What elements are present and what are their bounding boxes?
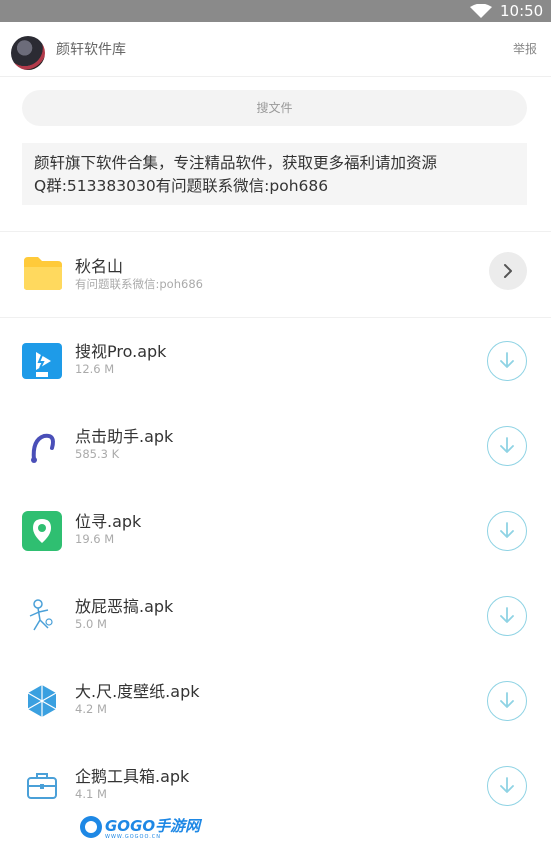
wallpaper-app-icon [22,681,62,721]
folder-row[interactable]: 秋名山 有问题联系微信:poh686 [0,236,551,308]
gogo-logo-icon [80,816,102,838]
download-button[interactable] [487,426,527,466]
file-size: 4.1 M [75,787,107,801]
download-icon [500,437,514,453]
prank-app-icon [22,596,62,636]
avatar[interactable] [11,36,45,70]
file-size: 585.3 K [75,447,120,461]
divider [0,231,551,232]
file-row[interactable]: 大.尺.度壁纸.apk 4.2 M [0,662,551,746]
notice-line-2: Q群:513383030有问题联系微信:poh686 [34,177,329,195]
report-link[interactable]: 举报 [513,40,537,57]
watermark-logo: GOGO手游网 WWW.GOGOO.CN [80,813,200,843]
file-name: 企鹅工具箱.apk [75,767,190,786]
file-name: 放屁恶搞.apk [75,597,174,616]
file-row[interactable]: 位寻.apk 19.6 M [0,492,551,576]
folder-meta: 有问题联系微信:poh686 [75,277,203,291]
page-title: 颜轩软件库 [56,42,126,58]
file-name: 大.尺.度壁纸.apk [75,682,200,701]
chevron-right-icon [504,264,512,278]
status-bar: 10:50 [0,0,551,22]
search-placeholder: 搜文件 [256,101,293,115]
file-size: 19.6 M [75,532,115,546]
download-icon [500,352,514,368]
download-button[interactable] [487,511,527,551]
toolbox-app-icon [22,766,62,806]
download-button[interactable] [487,681,527,721]
folder-icon [24,257,62,290]
file-size: 5.0 M [75,617,107,631]
download-button[interactable] [487,341,527,381]
notice-line-1: 颜轩旗下软件合集，专注精品软件，获取更多福利请加资源 [34,154,438,172]
file-size: 12.6 M [75,362,115,376]
click-assistant-app-icon [22,426,62,466]
file-row[interactable]: 点击助手.apk 585.3 K [0,407,551,491]
wifi-icon [470,4,492,18]
file-name: 位寻.apk [75,512,142,531]
location-app-icon [22,511,62,551]
notice-banner: 颜轩旗下软件合集，专注精品软件，获取更多福利请加资源 Q群:513383030有… [22,143,527,205]
download-icon [500,522,514,538]
file-name: 点击助手.apk [75,427,174,446]
watermark-text: GOGO手游网 [105,817,201,835]
file-row[interactable]: 放屁恶搞.apk 5.0 M [0,577,551,661]
file-row[interactable]: 搜视Pro.apk 12.6 M [0,322,551,406]
status-time: 10:50 [500,2,544,20]
search-input[interactable]: 搜文件 [22,90,527,126]
file-size: 4.2 M [75,702,107,716]
download-icon [500,777,514,793]
folder-name: 秋名山 [75,257,124,276]
download-button[interactable] [487,766,527,806]
download-button[interactable] [487,596,527,636]
divider [0,317,551,318]
file-name: 搜视Pro.apk [75,342,167,361]
soushi-pro-app-icon [22,341,62,381]
watermark-sub: WWW.GOGOO.CN [105,834,162,840]
download-icon [500,607,514,623]
app-header: 颜轩软件库 举报 [0,22,551,77]
download-icon [500,692,514,708]
open-folder-button[interactable] [489,252,527,290]
